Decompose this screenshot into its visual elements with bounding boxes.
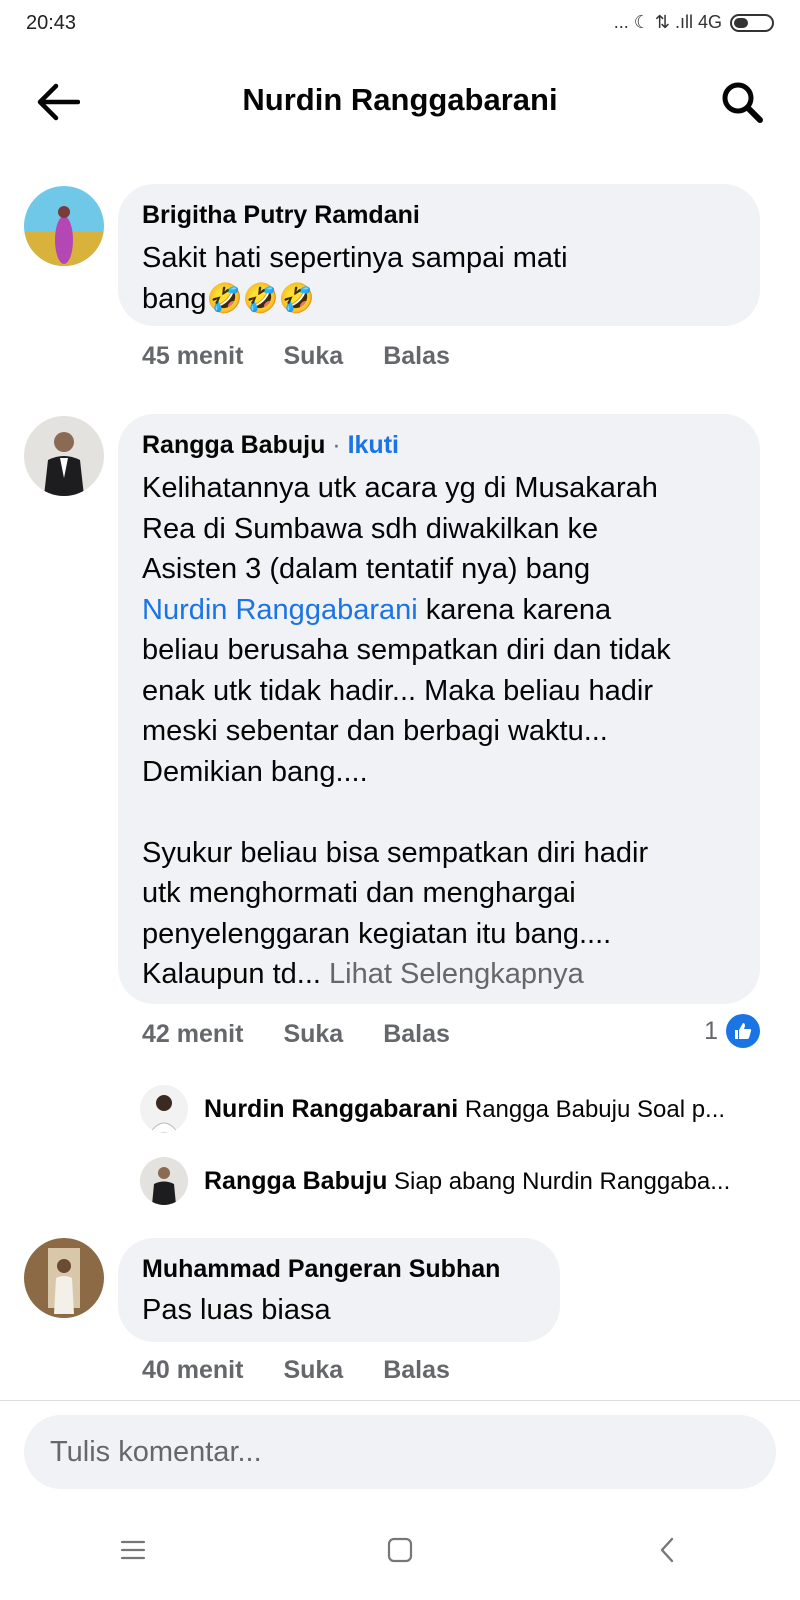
system-nav-bar — [0, 1500, 800, 1600]
comment-time: 40 menit — [142, 1356, 244, 1384]
mention-link[interactable]: Nurdin Ranggabarani — [142, 594, 418, 626]
reply-body: Rangga Babuju Soal p... — [464, 1095, 726, 1123]
like-button[interactable]: Suka — [283, 1020, 343, 1049]
comment-author[interactable]: Rangga Babuju — [142, 431, 325, 459]
avatar[interactable] — [24, 416, 104, 496]
reply-text: Rangga Babuju Siap abang Nurdin Ranggaba… — [204, 1167, 730, 1196]
comment-actions: 45 menit Suka Balas — [142, 342, 450, 371]
comment-time: 42 menit — [142, 1020, 244, 1048]
comment-time: 45 menit — [142, 342, 244, 370]
reply-item[interactable]: Rangga Babuju Siap abang Nurdin Ranggaba… — [140, 1156, 780, 1206]
avatar[interactable] — [24, 1238, 104, 1318]
comment-bubble[interactable]: Muhammad Pangeran Subhan Pas luas biasa — [118, 1238, 560, 1342]
search-button[interactable] — [714, 74, 770, 130]
home-square-icon — [387, 1537, 413, 1563]
comment-text-part: Kelihatannya utk acara yg di Musakarah R… — [142, 472, 658, 585]
reply-text: Nurdin Ranggabarani Rangga Babuju Soal p… — [204, 1095, 725, 1124]
system-back-button[interactable] — [627, 1520, 707, 1580]
comment-composer — [0, 1400, 800, 1497]
battery-icon — [730, 13, 774, 32]
avatar[interactable] — [24, 186, 104, 266]
reply-button[interactable]: Balas — [383, 1356, 450, 1384]
comment-bubble[interactable]: Rangga Babuju · Ikuti Kelihatannya utk a… — [118, 414, 760, 1004]
separator: · — [332, 431, 341, 459]
like-button[interactable]: Suka — [283, 1356, 343, 1384]
back-chevron-icon — [660, 1537, 673, 1563]
status-time: 20:43 — [26, 12, 77, 34]
avatar — [140, 1085, 188, 1133]
comment-text: Sakit hati sepertinya sampai mati bang🤣🤣… — [142, 242, 568, 315]
comment-text: Kelihatannya utk acara yg di Musakarah R… — [142, 468, 736, 995]
comment-input[interactable] — [24, 1415, 776, 1489]
status-icons: ... ☾ ⇅ .ıll 4G — [613, 12, 722, 32]
reactions-summary[interactable]: 1 — [704, 1014, 760, 1048]
header: Nurdin Ranggabarani — [0, 60, 800, 144]
comment-actions: 40 menit Suka Balas — [142, 1356, 450, 1384]
menu-icon — [121, 1540, 146, 1560]
home-button[interactable] — [360, 1520, 440, 1580]
comment-author[interactable]: Muhammad Pangeran Subhan — [142, 1254, 536, 1284]
comment-bubble[interactable]: Brigitha Putry Ramdani Sakit hati sepert… — [118, 184, 760, 326]
reply-button[interactable]: Balas — [383, 1020, 450, 1049]
reply-item[interactable]: Nurdin Ranggabarani Rangga Babuju Soal p… — [140, 1084, 780, 1134]
recent-apps-button[interactable] — [93, 1520, 173, 1580]
avatar — [140, 1157, 188, 1205]
reply-body: Siap abang Nurdin Ranggaba... — [394, 1167, 731, 1195]
follow-button[interactable]: Ikuti — [348, 431, 399, 459]
see-more-link[interactable]: Lihat Selengkapnya — [329, 958, 584, 990]
like-button[interactable]: Suka — [283, 342, 343, 371]
comment-actions: 42 menit Suka Balas — [142, 1020, 450, 1049]
status-indicators: ... ☾ ⇅ .ıll 4G — [614, 12, 774, 33]
status-bar: 20:43 ... ☾ ⇅ .ıll 4G — [0, 0, 800, 50]
comment-text: Pas luas biasa — [142, 1294, 331, 1326]
search-icon — [722, 82, 763, 123]
reply-author[interactable]: Nurdin Ranggabarani — [204, 1095, 458, 1123]
comment-text-part: karena karena beliau berusaha sempatkan … — [142, 593, 671, 991]
like-reaction-icon — [726, 1014, 760, 1048]
page-title: Nurdin Ranggabarani — [242, 82, 558, 117]
comment-header: Rangga Babuju · Ikuti — [142, 430, 736, 460]
reaction-count: 1 — [704, 1016, 718, 1045]
comment-author[interactable]: Brigitha Putry Ramdani — [142, 200, 736, 230]
reply-button[interactable]: Balas — [383, 342, 450, 371]
reply-author[interactable]: Rangga Babuju — [204, 1167, 387, 1195]
